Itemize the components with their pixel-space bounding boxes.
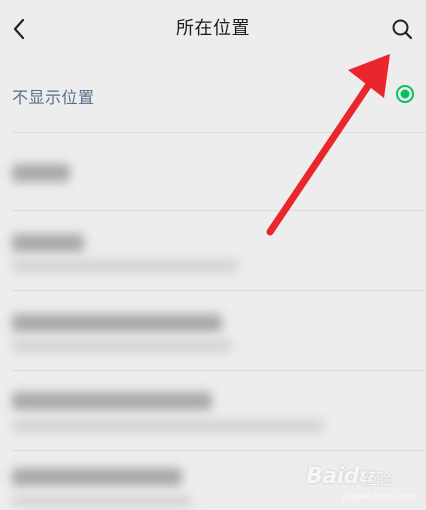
divider bbox=[12, 450, 426, 451]
divider bbox=[12, 210, 426, 211]
list-item[interactable] bbox=[0, 136, 426, 214]
blurred-place-name bbox=[12, 314, 222, 332]
watermark-url: jingyan.baidu.com bbox=[342, 492, 416, 501]
nav-header: 所在位置 bbox=[0, 0, 426, 58]
list-item[interactable] bbox=[0, 214, 426, 292]
blurred-place-address bbox=[12, 260, 238, 272]
list-item[interactable] bbox=[0, 294, 426, 372]
blurred-place-name bbox=[12, 392, 212, 410]
watermark-sub: 经验 bbox=[362, 470, 393, 488]
blurred-place-name bbox=[12, 468, 182, 486]
blurred-place-address bbox=[12, 340, 232, 352]
page-title: 所在位置 bbox=[176, 18, 250, 39]
blurred-place-name bbox=[12, 234, 84, 252]
baidu-watermark: Baidu 经验 jingyan.baidu.com bbox=[294, 454, 422, 502]
selected-radio-icon bbox=[396, 85, 414, 103]
blurred-place-address bbox=[12, 420, 324, 432]
hide-location-label: 不显示位置 bbox=[12, 88, 95, 107]
divider bbox=[12, 370, 426, 371]
divider bbox=[12, 290, 426, 291]
location-picker-screen: 所在位置 不显示位置 Baidu 经验 jingyan.baidu.com bbox=[0, 0, 426, 510]
list-item[interactable] bbox=[0, 374, 426, 452]
blurred-place-name bbox=[12, 164, 70, 182]
search-icon bbox=[392, 19, 413, 40]
divider bbox=[12, 132, 426, 133]
blurred-place-address bbox=[12, 496, 192, 506]
search-button[interactable] bbox=[386, 13, 418, 45]
hide-location-option[interactable]: 不显示位置 bbox=[0, 58, 426, 132]
location-list: 不显示位置 bbox=[0, 58, 426, 510]
